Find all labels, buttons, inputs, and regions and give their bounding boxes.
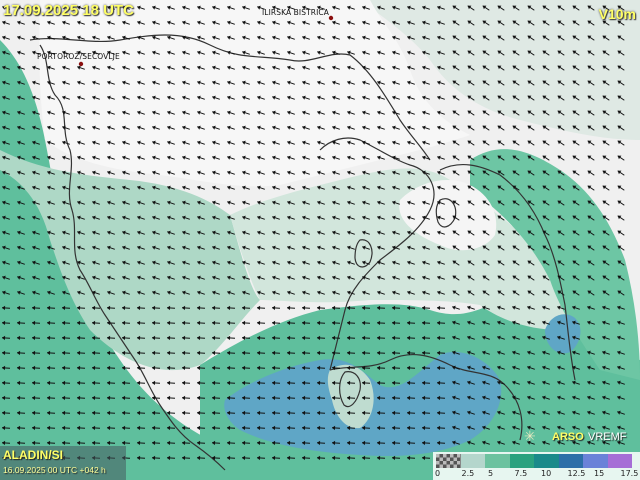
legend-swatch [436, 454, 461, 468]
legend-swatch [558, 454, 583, 468]
legend-label: 12.5 [567, 469, 586, 478]
legend-swatch [460, 454, 485, 468]
legend-swatch [485, 454, 510, 468]
model-name-label: ALADIN/SI [3, 448, 63, 462]
model-run-label: 16.09.2025 00 UTC +042 h [3, 465, 106, 475]
wind-map [0, 0, 640, 480]
legend-label: 17.5 [620, 469, 639, 478]
brand-arso-label: ARSO [552, 431, 584, 443]
map-stage: 17.09.2025 18 UTC V10m ILIRSKA BISTRICA … [0, 0, 640, 480]
satellite-icon: ✳ [524, 429, 536, 445]
legend-label: 10 [541, 469, 552, 478]
legend-color-bar [436, 454, 632, 468]
legend-label: 15 [594, 469, 605, 478]
place-label-ilirska-bistrica: ILIRSKA BISTRICA [262, 8, 329, 17]
legend-label: 0 [435, 469, 441, 478]
variable-code-label: V10m [598, 6, 636, 22]
legend-labels: 0 2.5 5 7.5 10 12.5 15 17.5 [433, 469, 640, 479]
legend-swatch [534, 454, 559, 468]
valid-time-label: 17.09.2025 18 UTC [3, 2, 134, 19]
model-info-box: ALADIN/SI 16.09.2025 00 UTC +042 h [0, 446, 126, 480]
arso-brand: ✳ ARSO VREMF [520, 426, 640, 450]
place-label-portoroz: PORTOROŽ/SEČOVLJE [37, 52, 120, 61]
brand-vremf-label: VREMF [588, 431, 627, 443]
legend-label: 2.5 [461, 469, 475, 478]
legend-swatch [583, 454, 608, 468]
wind-speed-legend: 0 2.5 5 7.5 10 12.5 15 17.5 [433, 452, 640, 480]
place-dot-ilirska [328, 15, 334, 21]
legend-swatch [509, 454, 534, 468]
place-dot-portoroz [78, 61, 84, 67]
legend-swatch [607, 454, 632, 468]
legend-label: 5 [488, 469, 494, 478]
legend-label: 7.5 [514, 469, 528, 478]
